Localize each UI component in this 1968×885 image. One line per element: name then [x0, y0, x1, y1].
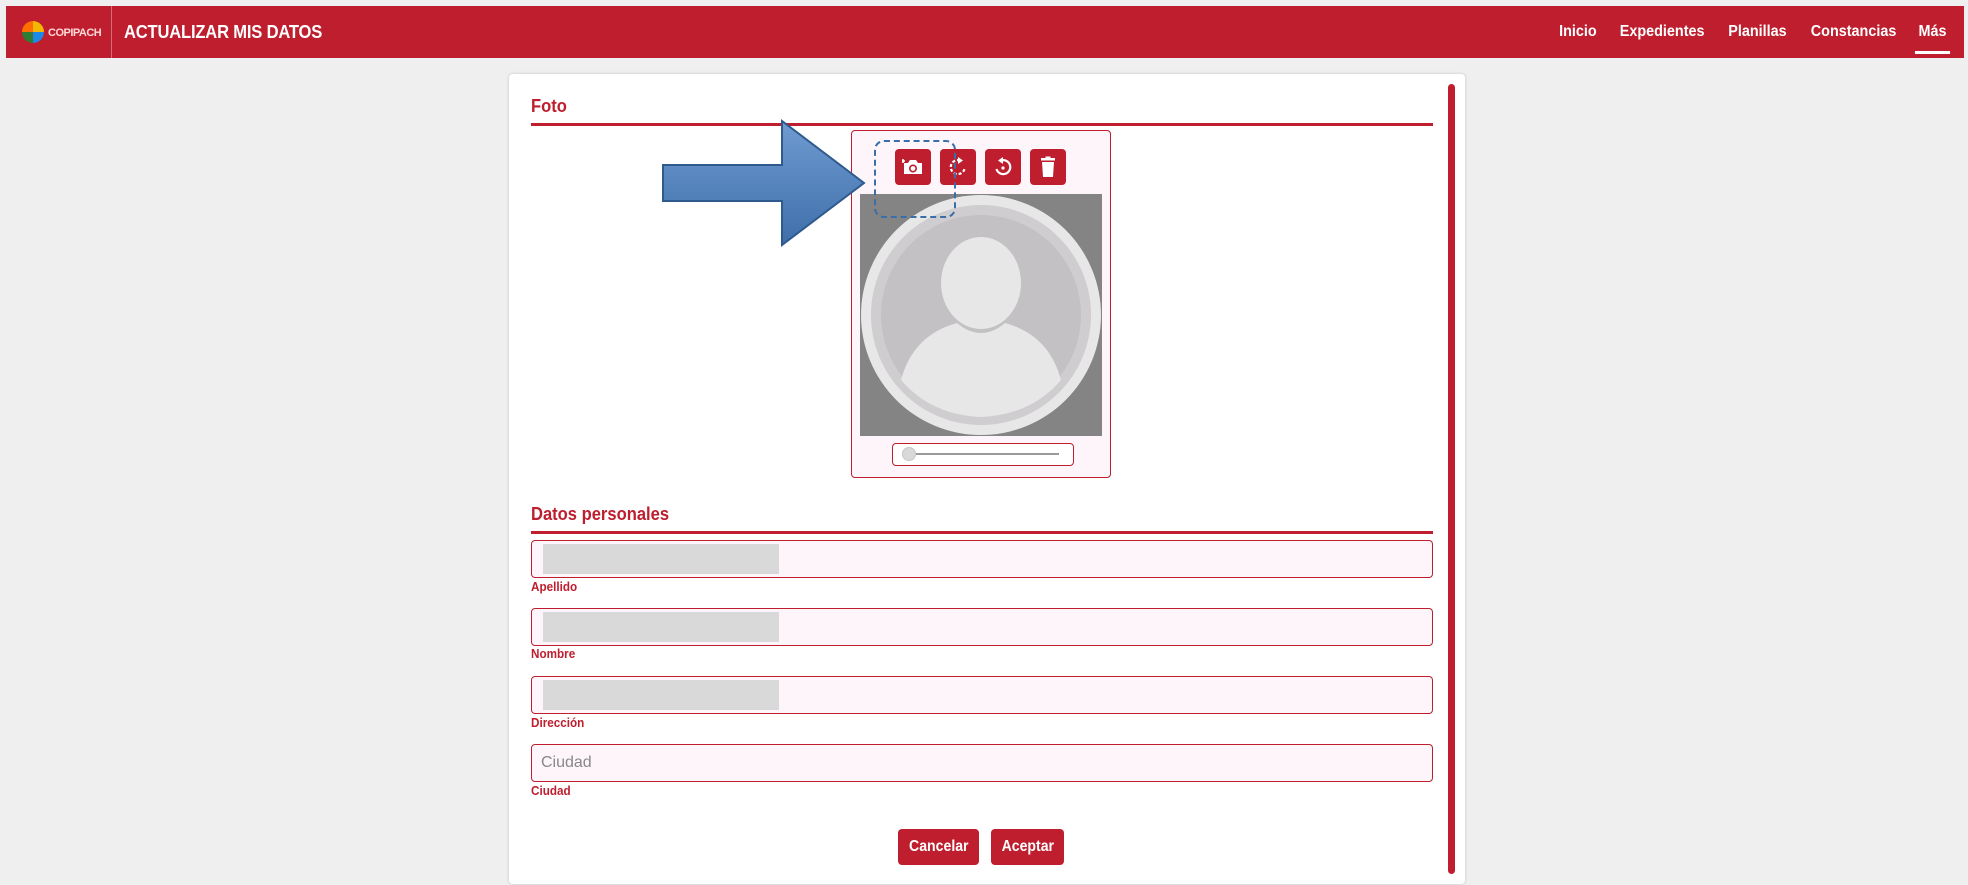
- accept-button-label: Aceptar: [1001, 838, 1054, 855]
- nav-item-mas[interactable]: Más: [1914, 6, 1951, 58]
- redacted-value: [543, 680, 779, 710]
- nav-item-planillas[interactable]: Planillas: [1728, 6, 1786, 58]
- section-title-datos-personales: Datos personales: [531, 504, 670, 524]
- direccion-label: Dirección: [531, 715, 585, 730]
- redacted-value: [543, 544, 779, 574]
- cancel-button[interactable]: Cancelar: [898, 829, 979, 865]
- logo-mark-icon: [22, 21, 44, 43]
- main-nav: Inicio Expedientes Planillas Constancias…: [1549, 6, 1964, 58]
- delete-photo-button[interactable]: [1030, 149, 1066, 185]
- nav-item-expedientes[interactable]: Expedientes: [1619, 6, 1704, 58]
- trash-icon: [1041, 156, 1055, 177]
- redacted-value: [543, 612, 779, 642]
- section-divider: [531, 531, 1433, 534]
- ciudad-input[interactable]: [531, 744, 1433, 782]
- annotation-highlight: [874, 140, 956, 218]
- top-app-bar: COPIPACH ACTUALIZAR MIS DATOS Inicio Exp…: [6, 6, 1964, 58]
- zoom-slider-thumb[interactable]: [902, 447, 916, 461]
- app-logo[interactable]: COPIPACH: [6, 6, 113, 58]
- user-silhouette-icon: [871, 205, 1091, 425]
- profile-form-card: Foto Datos personales Apellido Nombre Di…: [509, 74, 1465, 884]
- accept-button[interactable]: Aceptar: [991, 829, 1064, 865]
- ciudad-label: Ciudad: [531, 783, 571, 798]
- cancel-button-label: Cancelar: [908, 838, 969, 855]
- nav-item-constancias[interactable]: Constancias: [1810, 6, 1896, 58]
- section-title-foto: Foto: [531, 96, 567, 116]
- avatar-placeholder: [861, 195, 1101, 435]
- nav-item-inicio[interactable]: Inicio: [1559, 6, 1597, 58]
- rotate-left-icon: [995, 157, 1012, 176]
- nombre-label: Nombre: [531, 646, 576, 661]
- zoom-slider-track: [905, 453, 1059, 455]
- rotate-left-button[interactable]: [985, 149, 1021, 185]
- page-title: ACTUALIZAR MIS DATOS: [124, 21, 323, 42]
- scrollbar[interactable]: [1448, 84, 1455, 874]
- logo-text: COPIPACH: [48, 27, 102, 39]
- apellido-label: Apellido: [531, 579, 578, 594]
- photo-crop-area[interactable]: [860, 194, 1102, 436]
- zoom-slider[interactable]: [892, 443, 1074, 466]
- annotation-arrow-icon: [662, 118, 866, 248]
